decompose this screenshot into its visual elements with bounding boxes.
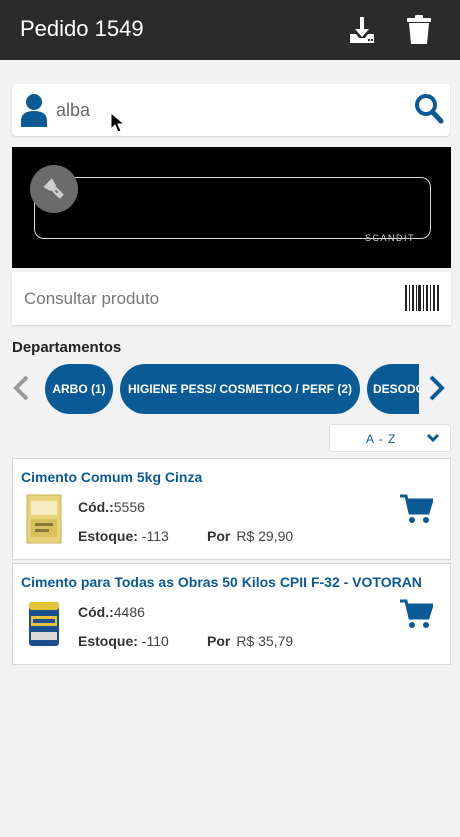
product-image: [26, 494, 62, 544]
departments-carousel: ARBO (1) HIGIENE PESS/ COSMETICO / PERF …: [0, 362, 460, 414]
download-icon: [350, 17, 374, 43]
flashlight-icon: [43, 178, 64, 199]
download-button[interactable]: [342, 10, 382, 50]
sort-label: A - Z: [366, 432, 397, 446]
sort-dropdown[interactable]: A - Z: [329, 424, 451, 452]
trash-icon: [407, 15, 431, 44]
product-stock: Estoque: -110: [78, 633, 169, 649]
user-icon: [21, 94, 47, 127]
product-name: Cimento Comum 5kg Cinza: [21, 469, 203, 485]
chevron-right-icon[interactable]: [424, 374, 448, 402]
product-image: [29, 602, 59, 646]
product-code: Cód.:4486: [78, 604, 145, 620]
scan-frame: [34, 177, 431, 239]
page-title: Pedido 1549: [20, 16, 144, 41]
product-search-box: [12, 272, 451, 325]
mouse-cursor-icon: [110, 112, 126, 133]
search-icon[interactable]: [414, 93, 444, 125]
add-to-cart-icon[interactable]: [399, 598, 433, 630]
product-stock: Estoque: -113: [78, 528, 169, 544]
product-price: Por R$ 29,90: [207, 528, 294, 544]
delete-button[interactable]: [399, 10, 439, 50]
customer-search-box: [12, 84, 450, 136]
product-card[interactable]: Cimento para Todas as Obras 50 Kilos CPI…: [12, 563, 451, 665]
product-name: Cimento para Todas as Obras 50 Kilos CPI…: [21, 574, 422, 590]
app-header: Pedido 1549: [0, 0, 460, 60]
flashlight-button[interactable]: [30, 165, 78, 213]
scandit-logo: SCANDIT: [364, 233, 415, 243]
departments-title: Departamentos: [12, 339, 122, 356]
product-card[interactable]: Cimento Comum 5kg Cinza Cód.:5556 Estoqu…: [12, 458, 451, 560]
chevron-left-icon[interactable]: [10, 374, 34, 402]
barcode-icon[interactable]: [405, 285, 439, 311]
product-code: Cód.:5556: [78, 499, 145, 515]
product-search-input[interactable]: [24, 286, 394, 312]
customer-search-input[interactable]: [56, 96, 406, 124]
product-price: Por R$ 35,79: [207, 633, 294, 649]
barcode-scanner-view[interactable]: SCANDIT: [12, 147, 451, 268]
department-chip[interactable]: DESODO: [367, 364, 419, 414]
department-chip[interactable]: ARBO (1): [45, 364, 113, 414]
department-chips: ARBO (1) HIGIENE PESS/ COSMETICO / PERF …: [45, 364, 419, 414]
chevron-down-icon: [426, 433, 440, 443]
add-to-cart-icon[interactable]: [399, 493, 433, 525]
department-chip[interactable]: HIGIENE PESS/ COSMETICO / PERF (2): [120, 364, 360, 414]
